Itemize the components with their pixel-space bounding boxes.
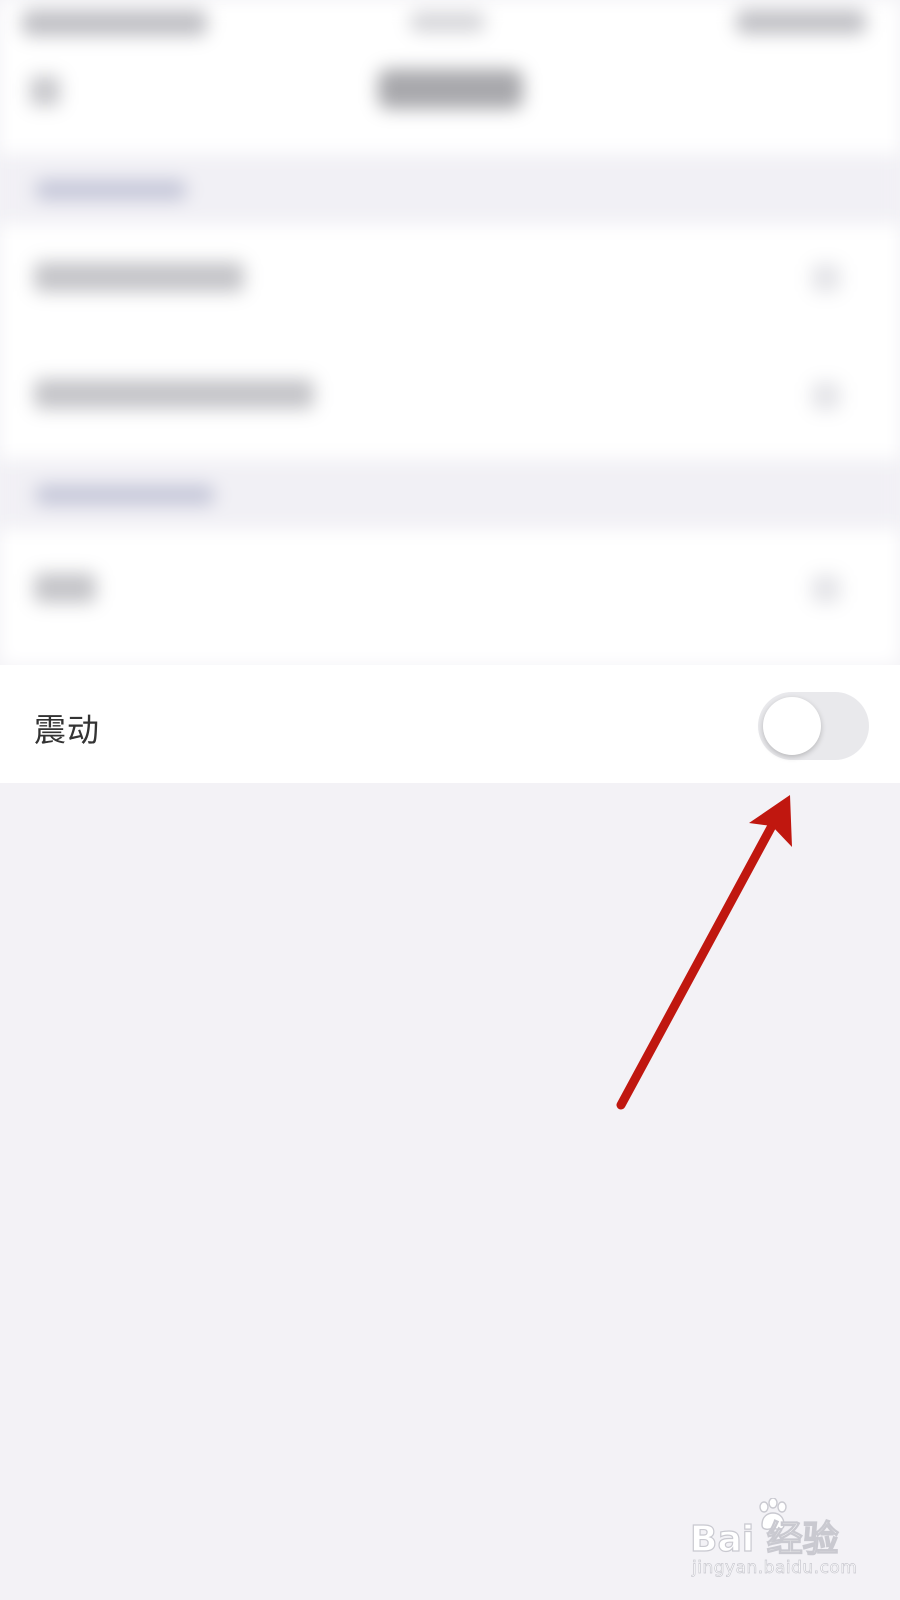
watermark-brand: Bai 经验 (689, 1518, 839, 1560)
annotation-arrow (616, 795, 792, 1110)
baidu-jingyan-watermark: Bai 经验 jingyan.baidu.com (689, 1498, 870, 1588)
arrow-shaft (616, 817, 779, 1110)
watermark-url: jingyan.baidu.com (692, 1558, 858, 1579)
arrow-head (749, 795, 792, 847)
